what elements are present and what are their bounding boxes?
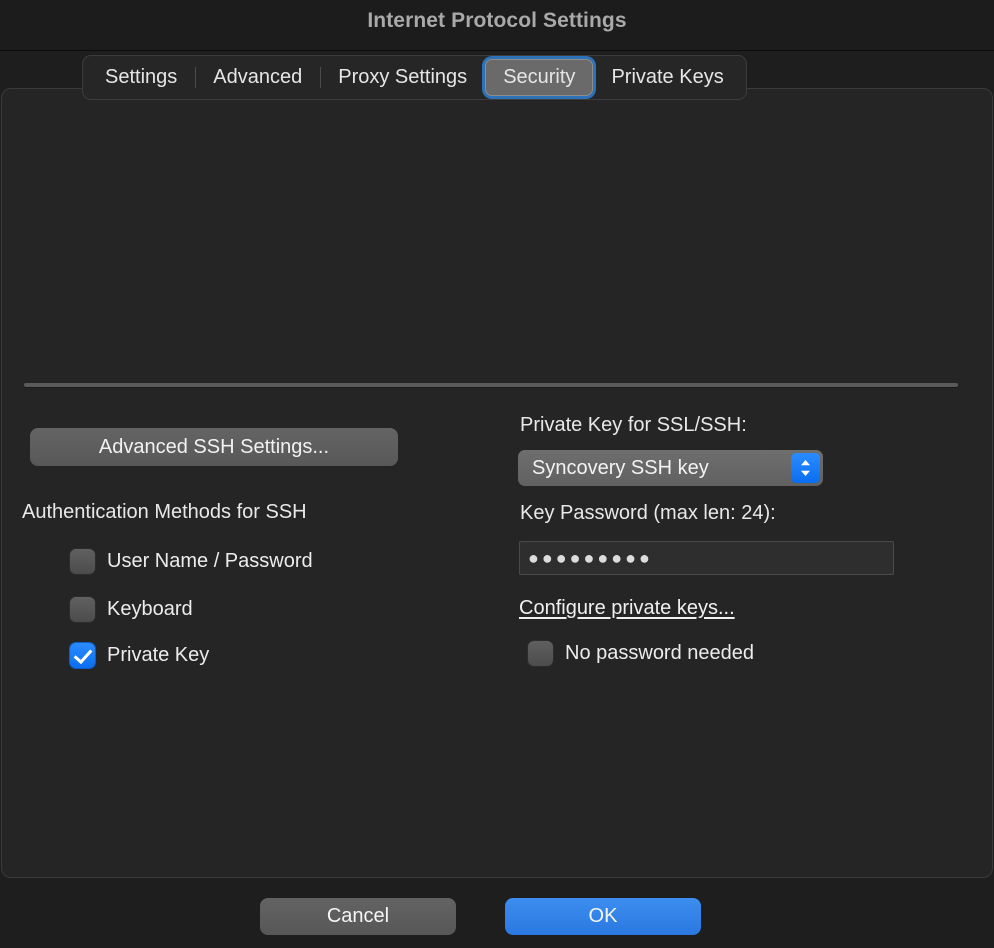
page-title: Internet Protocol Settings: [367, 9, 627, 32]
tab-divider: [320, 67, 322, 88]
dialog-titlebar: Internet Protocol Settings: [0, 0, 994, 51]
tab-settings-label: Settings: [105, 66, 178, 88]
tab-bar: Settings Advanced Proxy Settings Securit…: [82, 55, 747, 100]
tab-advanced-label: Advanced: [213, 66, 303, 88]
checkbox-keyboard-label: Keyboard: [107, 598, 193, 620]
tab-proxy-settings[interactable]: Proxy Settings: [320, 59, 485, 96]
auth-methods-heading: Authentication Methods for SSH: [22, 501, 307, 523]
key-password-input[interactable]: ●●●●●●●●●: [519, 541, 894, 575]
key-password-field-label: Key Password (max len: 24):: [520, 502, 776, 524]
checkbox-user-name-password[interactable]: [70, 549, 95, 574]
checkbox-private-key[interactable]: [70, 643, 95, 668]
checkbox-no-password-needed[interactable]: [528, 641, 553, 666]
dialog-footer: Cancel OK: [0, 878, 994, 948]
tab-private-keys-label: Private Keys: [611, 66, 724, 88]
advanced-ssh-settings-button[interactable]: Advanced SSH Settings...: [30, 428, 398, 466]
stepper-updown-icon[interactable]: [791, 453, 820, 483]
checkbox-no-password-needed-label: No password needed: [565, 642, 755, 664]
tab-security[interactable]: Security: [485, 59, 594, 96]
tab-divider: [195, 67, 197, 88]
tab-private-keys[interactable]: Private Keys: [593, 59, 741, 96]
tab-advanced[interactable]: Advanced: [195, 59, 320, 96]
checkbox-private-key-label: Private Key: [107, 644, 210, 666]
checkbox-user-name-password-label: User Name / Password: [107, 550, 313, 572]
configure-private-keys-link[interactable]: Configure private keys...: [519, 597, 735, 620]
section-divider: [24, 383, 958, 387]
checkbox-row-keyboard[interactable]: Keyboard: [70, 597, 193, 622]
cancel-button[interactable]: Cancel: [260, 898, 456, 935]
checkbox-row-no-password-needed[interactable]: No password needed: [528, 641, 754, 666]
tab-settings[interactable]: Settings: [87, 59, 195, 96]
ok-button[interactable]: OK: [505, 898, 701, 935]
private-key-dropdown[interactable]: Syncovery SSH key: [518, 450, 823, 486]
tab-security-label: Security: [503, 66, 576, 88]
private-key-field-label: Private Key for SSL/SSH:: [520, 414, 747, 436]
checkbox-row-user-name-password[interactable]: User Name / Password: [70, 549, 313, 574]
tab-proxy-settings-label: Proxy Settings: [338, 66, 468, 88]
checkbox-row-private-key[interactable]: Private Key: [70, 643, 209, 668]
checkbox-keyboard[interactable]: [70, 597, 95, 622]
private-key-dropdown-value: Syncovery SSH key: [532, 456, 709, 479]
content-panel: [1, 88, 993, 878]
